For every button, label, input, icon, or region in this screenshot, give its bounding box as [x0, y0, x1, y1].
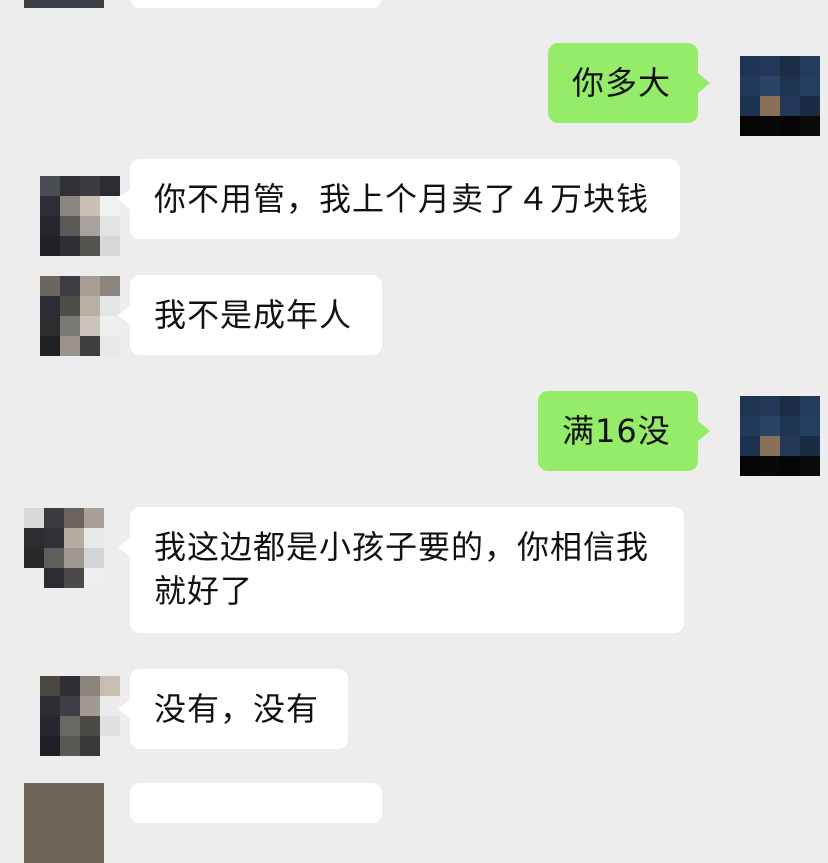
contact-avatar-icon[interactable] [40, 276, 120, 356]
contact-avatar-icon[interactable] [40, 176, 120, 256]
contact-avatar-icon[interactable] [24, 508, 104, 588]
user-avatar-icon[interactable] [740, 56, 820, 136]
message-text: 你多大 [572, 64, 672, 102]
message-bubble-partial-bottom [130, 783, 382, 823]
contact-avatar-icon[interactable] [40, 676, 120, 756]
user-avatar-icon[interactable] [740, 396, 820, 476]
contact-avatar-icon[interactable] [24, 783, 104, 863]
message-text: 没有，没有 [154, 690, 320, 728]
message-bubble-outgoing[interactable]: 满16没 [538, 391, 710, 471]
message-bubble-outgoing[interactable]: 你多大 [548, 43, 710, 123]
contact-avatar-icon[interactable] [24, 0, 104, 8]
message-bubble-incoming[interactable]: 我这边都是小孩子要的，你相信我就好了 [118, 507, 684, 633]
chat-message-list[interactable]: 你多大 你不用管，我上个月卖了４万块钱 我不是成年人 满16没 我这边都是小孩子… [0, 0, 828, 863]
message-text: 我不是成年人 [154, 296, 353, 334]
message-bubble-incoming[interactable]: 没有，没有 [118, 669, 348, 749]
message-text: 你不用管，我上个月卖了４万块钱 [154, 180, 650, 218]
message-bubble-partial-top [130, 0, 382, 8]
message-bubble-incoming[interactable]: 我不是成年人 [118, 275, 382, 355]
message-text: 满16没 [562, 412, 671, 450]
message-bubble-incoming[interactable]: 你不用管，我上个月卖了４万块钱 [118, 159, 680, 239]
message-text: 我这边都是小孩子要的，你相信我就好了 [154, 528, 650, 610]
